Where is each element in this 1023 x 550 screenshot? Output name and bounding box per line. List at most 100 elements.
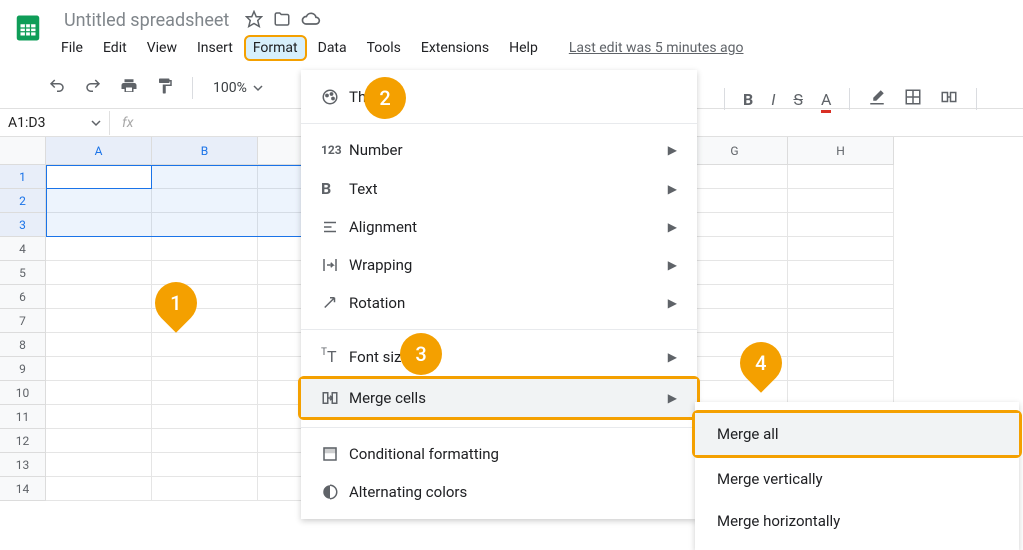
menu-tools[interactable]: Tools	[358, 35, 410, 61]
select-all-corner[interactable]	[0, 137, 46, 165]
row-header[interactable]: 1	[0, 165, 46, 189]
row-header[interactable]: 9	[0, 357, 46, 381]
text-color-icon[interactable]: A	[817, 86, 835, 113]
row-header[interactable]: 11	[0, 405, 46, 429]
cell[interactable]	[46, 333, 152, 357]
submenu-item-merge-horizontally[interactable]: Merge horizontally	[695, 500, 1019, 542]
cell[interactable]	[46, 405, 152, 429]
row-header[interactable]: 14	[0, 477, 46, 501]
undo-icon[interactable]	[44, 73, 70, 103]
cell[interactable]	[152, 357, 258, 381]
cell[interactable]	[46, 285, 152, 309]
cell[interactable]	[682, 285, 788, 309]
cell[interactable]	[152, 237, 258, 261]
row-header[interactable]: 12	[0, 429, 46, 453]
cell[interactable]	[152, 213, 258, 237]
borders-icon[interactable]	[900, 84, 926, 114]
menu-item-theme[interactable]: Theme	[301, 78, 697, 116]
col-header[interactable]: H	[788, 137, 894, 165]
col-header[interactable]: B	[152, 137, 258, 165]
cell[interactable]	[682, 213, 788, 237]
menu-item-wrapping[interactable]: Wrapping ▶	[301, 246, 697, 284]
move-icon[interactable]	[273, 10, 291, 32]
cell[interactable]	[152, 405, 258, 429]
document-title[interactable]: Untitled spreadsheet	[58, 8, 235, 33]
cell[interactable]	[46, 237, 152, 261]
cell[interactable]	[46, 477, 152, 501]
row-header[interactable]: 10	[0, 381, 46, 405]
star-icon[interactable]	[245, 10, 263, 32]
cell[interactable]	[788, 213, 894, 237]
cell[interactable]	[46, 381, 152, 405]
row-header[interactable]: 7	[0, 309, 46, 333]
menu-view[interactable]: View	[138, 35, 186, 61]
strikethrough-icon[interactable]: S	[789, 86, 807, 113]
cell[interactable]	[152, 453, 258, 477]
name-box[interactable]: A1:D3	[0, 111, 110, 135]
cell[interactable]	[788, 285, 894, 309]
cell[interactable]	[46, 165, 152, 189]
menu-data[interactable]: Data	[309, 35, 356, 61]
row-header[interactable]: 4	[0, 237, 46, 261]
cell[interactable]	[788, 309, 894, 333]
cell[interactable]	[152, 261, 258, 285]
submenu-item-merge-vertically[interactable]: Merge vertically	[695, 458, 1019, 500]
last-edit-link[interactable]: Last edit was 5 minutes ago	[569, 40, 744, 56]
cell[interactable]	[152, 333, 258, 357]
zoom-selector[interactable]: 100%	[207, 76, 269, 100]
cell[interactable]	[152, 429, 258, 453]
cell[interactable]	[152, 189, 258, 213]
menu-item-conditional-formatting[interactable]: Conditional formatting	[301, 435, 697, 473]
row-header[interactable]: 8	[0, 333, 46, 357]
row-header[interactable]: 5	[0, 261, 46, 285]
cell[interactable]	[46, 213, 152, 237]
cell[interactable]	[46, 189, 152, 213]
print-icon[interactable]	[116, 73, 142, 103]
cell[interactable]	[682, 189, 788, 213]
menu-extensions[interactable]: Extensions	[412, 35, 498, 61]
menu-item-number[interactable]: 123 Number ▶	[301, 131, 697, 169]
menu-edit[interactable]: Edit	[94, 35, 136, 61]
cell[interactable]	[46, 429, 152, 453]
merge-cells-icon[interactable]	[936, 84, 962, 114]
row-header[interactable]: 3	[0, 213, 46, 237]
cloud-icon[interactable]	[301, 9, 321, 33]
cell[interactable]	[682, 165, 788, 189]
cell[interactable]	[788, 357, 894, 381]
cell[interactable]	[788, 261, 894, 285]
fill-color-icon[interactable]	[864, 84, 890, 114]
cell[interactable]	[682, 237, 788, 261]
menu-item-text[interactable]: B Text ▶	[301, 169, 697, 208]
menu-item-merge-cells[interactable]: Merge cells ▶	[301, 379, 697, 417]
cell[interactable]	[788, 189, 894, 213]
menu-item-alternating-colors[interactable]: Alternating colors	[301, 473, 697, 511]
menu-file[interactable]: File	[52, 35, 92, 61]
redo-icon[interactable]	[80, 73, 106, 103]
col-header[interactable]: A	[46, 137, 152, 165]
cell[interactable]	[46, 453, 152, 477]
submenu-item-merge-all[interactable]: Merge all	[695, 413, 1019, 455]
row-header[interactable]: 13	[0, 453, 46, 477]
paint-format-icon[interactable]	[152, 73, 178, 103]
cell[interactable]	[682, 309, 788, 333]
menu-insert[interactable]: Insert	[188, 35, 242, 61]
menu-item-alignment[interactable]: Alignment ▶	[301, 208, 697, 246]
menu-help[interactable]: Help	[500, 35, 547, 61]
cell[interactable]	[788, 237, 894, 261]
menu-format[interactable]: Format	[244, 35, 307, 61]
col-header[interactable]: G	[682, 137, 788, 165]
menu-item-fontsize[interactable]: TT Font size ▶	[301, 337, 697, 376]
italic-icon[interactable]: I	[767, 86, 779, 113]
row-header[interactable]: 2	[0, 189, 46, 213]
menu-item-rotation[interactable]: Rotation ▶	[301, 284, 697, 322]
sheets-logo[interactable]	[8, 8, 48, 48]
cell[interactable]	[682, 261, 788, 285]
cell[interactable]	[788, 333, 894, 357]
cell[interactable]	[46, 309, 152, 333]
cell[interactable]	[152, 477, 258, 501]
cell[interactable]	[46, 357, 152, 381]
cell[interactable]	[46, 261, 152, 285]
row-header[interactable]: 6	[0, 285, 46, 309]
cell[interactable]	[788, 165, 894, 189]
bold-icon[interactable]: B	[739, 86, 757, 113]
